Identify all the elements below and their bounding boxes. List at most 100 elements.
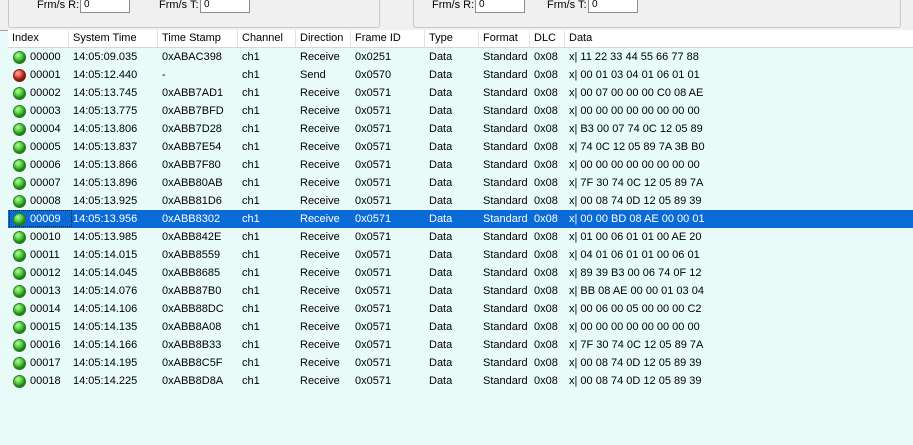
table-row[interactable]: 00007 14:05:13.896 0xABB80AB ch1 Receive 0x05… [8, 174, 913, 192]
table-row[interactable]: 00016 14:05:14.166 0xABB8B33 ch1 Receive 0x05… [8, 336, 913, 354]
cell-frame-id: 0x0571 [355, 213, 392, 225]
cell-channel: ch1 [242, 339, 260, 351]
cell-channel: ch1 [242, 87, 260, 99]
cell-system-time: 14:05:13.985 [73, 231, 138, 243]
cell-direction: Receive [300, 105, 340, 117]
ok-status-icon [13, 303, 26, 316]
table-row[interactable]: 00017 14:05:14.195 0xABB8C5F ch1 Receive 0x05… [8, 354, 913, 372]
cell-direction: Receive [300, 123, 340, 135]
cell-dlc: 0x08 [534, 87, 558, 99]
rx-rate-field[interactable]: 0 [475, 0, 525, 13]
tx-rate-label: Frm/s T: [159, 0, 199, 11]
table-row[interactable]: 00009 14:05:13.956 0xABB8302 ch1 Receive 0x05… [8, 210, 913, 228]
cell-format: Standard [483, 141, 528, 153]
cell-system-time: 14:05:14.135 [73, 321, 138, 333]
rx-rate-field[interactable]: 0 [80, 0, 130, 13]
cell-type: Data [429, 123, 453, 135]
cell-data: x| 89 39 B3 00 06 74 0F 12 [569, 267, 702, 279]
frame-grid[interactable]: Index System Time Time Stamp Channel Dir… [8, 30, 913, 445]
cell-format: Standard [483, 321, 528, 333]
cell-dlc: 0x08 [534, 285, 558, 297]
cell-index: 00011 [30, 249, 60, 261]
table-row[interactable]: 00012 14:05:14.045 0xABB8685 ch1 Receive 0x05… [8, 264, 913, 282]
table-row[interactable]: 00000 14:05:09.035 0xABAC398 ch1 Receive 0x02… [8, 48, 913, 66]
cell-direction: Receive [300, 51, 340, 63]
tx-rate-field[interactable]: 0 [200, 0, 250, 13]
cell-direction: Send [300, 69, 326, 81]
column-header-system-time[interactable]: System Time [69, 30, 158, 47]
tx-rate-label: Frm/s T: [547, 0, 587, 11]
table-row[interactable]: 00013 14:05:14.076 0xABB87B0 ch1 Receive 0x05… [8, 282, 913, 300]
column-header-dlc[interactable]: DLC [530, 30, 565, 47]
cell-frame-id: 0x0571 [355, 141, 392, 153]
cell-time-stamp: 0xABB7D28 [162, 123, 222, 135]
cell-format: Standard [483, 249, 528, 261]
ok-status-icon [13, 339, 26, 352]
cell-data: x| 00 00 00 00 00 00 00 00 [569, 105, 700, 117]
cell-system-time: 14:05:14.045 [73, 267, 138, 279]
cell-channel: ch1 [242, 231, 260, 243]
cell-time-stamp: 0xABB80AB [162, 177, 223, 189]
table-row[interactable]: 00018 14:05:14.225 0xABB8D8A ch1 Receive 0x05… [8, 372, 913, 390]
cell-direction: Receive [300, 231, 340, 243]
table-row[interactable]: 00003 14:05:13.775 0xABB7BFD ch1 Receive 0x05… [8, 102, 913, 120]
cell-index: 00006 [30, 159, 61, 171]
cell-time-stamp: 0xABB8D8A [162, 375, 224, 387]
cell-time-stamp: 0xABB8685 [162, 267, 221, 279]
column-header-frame-id[interactable]: Frame ID [351, 30, 425, 47]
cell-time-stamp: 0xABB8A08 [162, 321, 222, 333]
cell-channel: ch1 [242, 249, 260, 261]
cell-data: x| 01 00 06 01 01 00 AE 20 [569, 231, 702, 243]
cell-type: Data [429, 87, 453, 99]
cell-index: 00012 [30, 267, 61, 279]
cell-index: 00015 [30, 321, 61, 333]
table-row[interactable]: 00002 14:05:13.745 0xABB7AD1 ch1 Receive 0x05… [8, 84, 913, 102]
ok-status-icon [13, 375, 26, 388]
table-row[interactable]: 00006 14:05:13.866 0xABB7F80 ch1 Receive 0x05… [8, 156, 913, 174]
cell-channel: ch1 [242, 141, 260, 153]
column-header-format[interactable]: Format [479, 30, 530, 47]
cell-data: x| 00 07 00 00 00 C0 08 AE [569, 87, 704, 99]
cell-channel: ch1 [242, 285, 260, 297]
tx-rate-field[interactable]: 0 [588, 0, 638, 13]
cell-frame-id: 0x0251 [355, 51, 392, 63]
cell-index: 00010 [30, 231, 61, 243]
cell-data: x| 00 01 03 04 01 06 01 01 [569, 69, 700, 81]
table-row[interactable]: 00015 14:05:14.135 0xABB8A08 ch1 Receive 0x05… [8, 318, 913, 336]
table-row[interactable]: 00001 14:05:12.440 - ch1 Send 0x0570 Data Stand… [8, 66, 913, 84]
stats-group-right: Frm/s R: 0 Frm/s T: 0 [413, 0, 901, 28]
cell-frame-id: 0x0571 [355, 249, 392, 261]
table-row[interactable]: 00004 14:05:13.806 0xABB7D28 ch1 Receive 0x05… [8, 120, 913, 138]
table-row[interactable]: 00005 14:05:13.837 0xABB7E54 ch1 Receive 0x05… [8, 138, 913, 156]
cell-channel: ch1 [242, 51, 260, 63]
cell-frame-id: 0x0571 [355, 87, 392, 99]
table-row[interactable]: 00014 14:05:14.106 0xABB88DC ch1 Receive 0x05… [8, 300, 913, 318]
column-header-channel[interactable]: Channel [238, 30, 296, 47]
column-header-index[interactable]: Index [8, 30, 69, 47]
cell-type: Data [429, 357, 453, 369]
cell-frame-id: 0x0571 [355, 339, 392, 351]
column-header-direction[interactable]: Direction [296, 30, 351, 47]
cell-dlc: 0x08 [534, 69, 558, 81]
cell-system-time: 14:05:13.956 [73, 213, 138, 225]
cell-type: Data [429, 339, 453, 351]
cell-dlc: 0x08 [534, 141, 558, 153]
table-row[interactable]: 00011 14:05:14.015 0xABB8559 ch1 Receive 0x05… [8, 246, 913, 264]
cell-channel: ch1 [242, 195, 260, 207]
table-row[interactable]: 00008 14:05:13.925 0xABB81D6 ch1 Receive 0x05… [8, 192, 913, 210]
table-row[interactable]: 00010 14:05:13.985 0xABB842E ch1 Receive 0x05… [8, 228, 913, 246]
column-header-data[interactable]: Data [565, 30, 913, 47]
cell-frame-id: 0x0571 [355, 357, 392, 369]
cell-direction: Receive [300, 141, 340, 153]
cell-data: x| 00 00 BD 08 AE 00 00 01 [569, 213, 705, 225]
column-header-time-stamp[interactable]: Time Stamp [158, 30, 238, 47]
cell-dlc: 0x08 [534, 195, 558, 207]
column-header-type[interactable]: Type [425, 30, 479, 47]
cell-format: Standard [483, 177, 528, 189]
cell-format: Standard [483, 195, 528, 207]
cell-format: Standard [483, 87, 528, 99]
cell-dlc: 0x08 [534, 123, 558, 135]
cell-frame-id: 0x0571 [355, 231, 392, 243]
cell-frame-id: 0x0571 [355, 285, 392, 297]
cell-direction: Receive [300, 177, 340, 189]
